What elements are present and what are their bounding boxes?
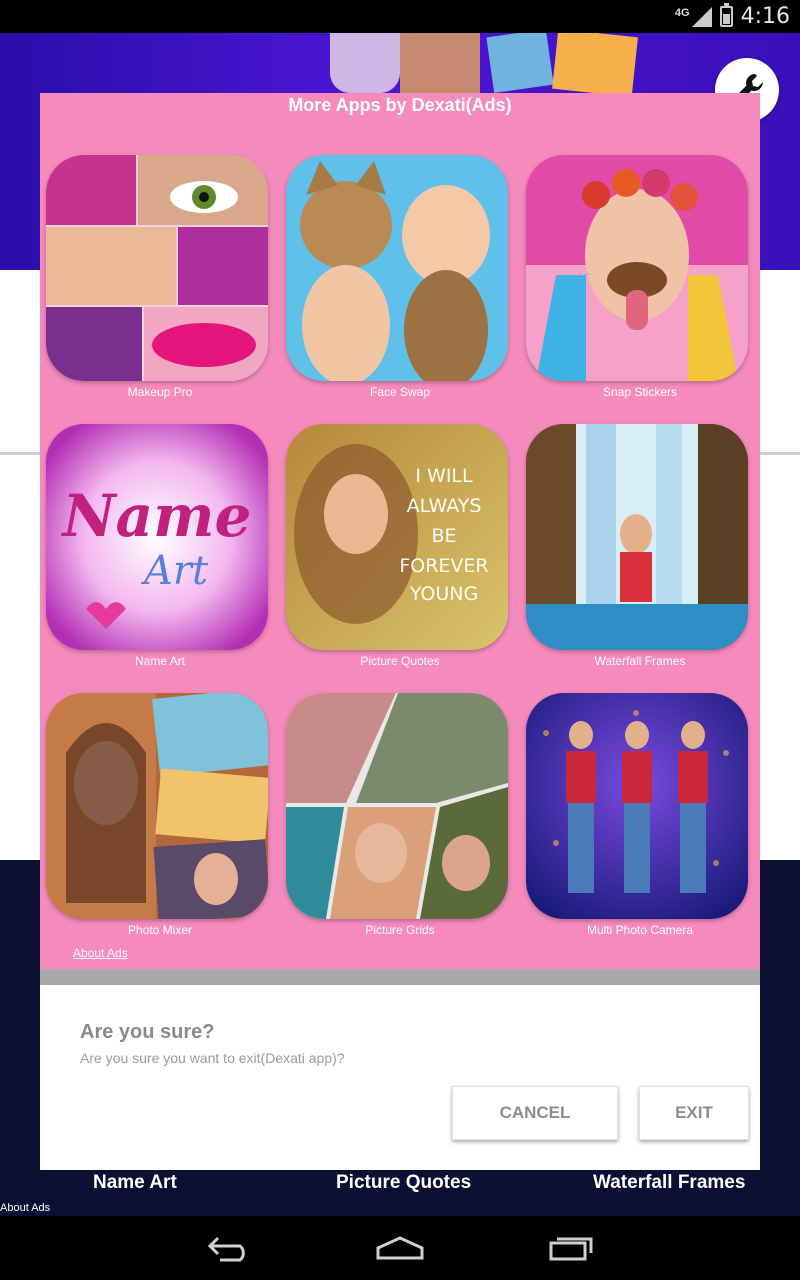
home-button[interactable] xyxy=(372,1230,428,1266)
ads-title: More Apps by Dexati(Ads) xyxy=(288,95,512,115)
dialog-title: Are you sure? xyxy=(80,1021,215,1043)
app-label: Multi Photo Camera xyxy=(586,923,694,937)
network-type: 4G xyxy=(674,6,690,19)
exit-dialog: More Apps by Dexati(Ads) Makeup Pro Face… xyxy=(40,93,760,1170)
app-tile-picture-quotes[interactable]: I WILL ALWAYS BE FOREVER YOUNG Picture Q… xyxy=(280,424,520,694)
app-label: Picture Grids xyxy=(365,923,435,937)
app-label: Face Swap xyxy=(369,385,431,399)
app-tile-makeup-pro[interactable]: Makeup Pro xyxy=(40,155,280,425)
status-bar: 4G 4:16 xyxy=(0,0,800,33)
app-tile-waterfall-frames[interactable]: Waterfall Frames xyxy=(520,424,760,694)
background-about-ads: About Ads xyxy=(0,1202,51,1214)
quote-line: BE xyxy=(431,525,456,547)
face-swap-icon xyxy=(286,155,508,381)
app-tile-photo-mixer[interactable]: Photo Mixer xyxy=(40,693,280,963)
back-button[interactable] xyxy=(202,1230,258,1266)
name-art-icon: Name Art xyxy=(46,424,268,650)
app-tile-face-swap[interactable]: Face Swap xyxy=(280,155,520,425)
makeup-pro-icon xyxy=(46,155,268,381)
app-label: Name Art xyxy=(134,654,185,668)
home-icon xyxy=(376,1236,424,1260)
waterfall-frames-icon xyxy=(526,424,748,650)
picture-grids-icon xyxy=(286,693,508,919)
dialog-message: Are you sure you want to exit(Dexati app… xyxy=(80,1050,345,1066)
background-app-labels: Name Art Picture Quotes Waterfall Frames xyxy=(0,1172,800,1198)
quote-line: I WILL xyxy=(415,465,473,487)
signal-icon xyxy=(691,6,712,27)
app-label: Picture Quotes xyxy=(360,654,440,668)
app-tile-name-art[interactable]: Name Art Name Art xyxy=(40,424,280,694)
app-label: Snap Stickers xyxy=(602,385,678,399)
app-tile-snap-stickers[interactable]: Snap Stickers xyxy=(520,155,760,425)
quote-line: FOREVER xyxy=(399,555,488,577)
dialog-divider xyxy=(40,969,760,985)
battery-icon xyxy=(719,3,733,27)
more-apps-panel: More Apps by Dexati(Ads) Makeup Pro Face… xyxy=(40,93,760,969)
navigation-bar xyxy=(0,1216,800,1280)
quote-line: ALWAYS xyxy=(407,495,482,517)
app-label: Waterfall Frames xyxy=(594,654,686,668)
app-label: Makeup Pro xyxy=(127,385,193,399)
app-tile-picture-grids[interactable]: Picture Grids xyxy=(280,693,520,963)
recents-button[interactable] xyxy=(543,1230,599,1266)
back-icon xyxy=(207,1236,245,1262)
app-tile-multi-photo-camera[interactable]: Multi Photo Camera xyxy=(520,693,760,963)
snap-stickers-icon xyxy=(526,155,748,381)
background-label: Waterfall Frames xyxy=(593,1172,746,1193)
app-label: Photo Mixer xyxy=(127,923,193,937)
exit-button[interactable]: EXIT xyxy=(639,1086,749,1140)
background-label: Name Art xyxy=(93,1172,177,1193)
quote-line: YOUNG xyxy=(409,583,478,605)
recents-icon xyxy=(549,1237,593,1261)
cancel-button[interactable]: CANCEL xyxy=(452,1086,618,1140)
about-ads-link[interactable]: About Ads xyxy=(73,946,128,960)
multi-photo-camera-icon xyxy=(526,693,748,919)
name-art-icon-text: Name xyxy=(61,482,252,550)
clock: 4:16 xyxy=(740,4,790,29)
background-label: Picture Quotes xyxy=(336,1172,472,1193)
photo-mixer-icon xyxy=(46,693,268,919)
name-art-icon-text: Art xyxy=(140,548,209,594)
picture-quotes-icon: I WILL ALWAYS BE FOREVER YOUNG xyxy=(286,424,508,650)
